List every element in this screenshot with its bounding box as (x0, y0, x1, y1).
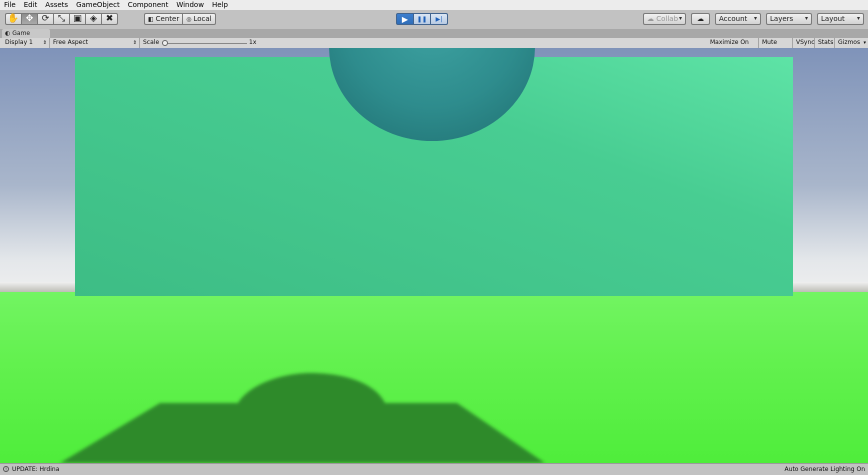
scale-value: 1x (249, 39, 257, 46)
tab-game[interactable]: ◐ Game (2, 29, 50, 38)
tab-game-label: Game (12, 30, 31, 37)
scale-label: Scale (143, 39, 160, 46)
layers-dropdown[interactable]: Layers ▾ (766, 13, 812, 25)
scale-tool-icon[interactable]: ⤡ (53, 13, 70, 25)
gizmos-label: Gizmos (838, 39, 861, 46)
status-bar: ! UPDATE: Hrdina Auto Generate Lighting … (0, 463, 868, 475)
transform-tool-icon[interactable]: ◈ (85, 13, 102, 25)
custom-tool-icon[interactable]: ✖ (101, 13, 118, 25)
playback-controls: ▶ ❚❚ ▶| (396, 13, 448, 25)
menu-bar: File Edit Assets GameObject Component Wi… (0, 0, 868, 10)
aspect-dropdown[interactable]: Free Aspect ⇕ (50, 38, 140, 48)
chevron-down-icon: ▾ (753, 15, 757, 22)
shadow-shape (60, 373, 545, 463)
vsync-toggle[interactable]: VSync (793, 38, 815, 48)
rotate-tool-icon[interactable]: ⟳ (37, 13, 54, 25)
main-toolbar: ✋ ✥ ⟳ ⤡ ▣ ◈ ✖ ◧ Center ◎ Local ▶ ❚❚ ▶| ☁ C… (0, 10, 868, 30)
tab-strip: ◐ Game (0, 29, 868, 38)
collab-label: Collab (656, 15, 679, 23)
cloud-icon: ☁ (697, 15, 704, 23)
updown-arrow-icon: ⇕ (132, 40, 137, 46)
chevron-down-icon: ▾ (856, 15, 860, 22)
mute-audio-toggle[interactable]: Mute Audio (759, 38, 793, 56)
menu-help[interactable]: Help (208, 0, 232, 10)
maximize-on-play-toggle[interactable]: Maximize On Play (707, 38, 759, 56)
status-message[interactable]: UPDATE: Hrdina (12, 464, 59, 475)
display-dropdown[interactable]: Display 1 ⇕ (2, 38, 50, 48)
pivot-toggles: ◧ Center ◎ Local (144, 13, 216, 25)
pause-button[interactable]: ❚❚ (413, 13, 431, 25)
game-view-viewport[interactable] (0, 48, 868, 463)
info-icon: ! (3, 466, 9, 472)
game-controller-icon: ◐ (5, 30, 11, 37)
move-tool-icon[interactable]: ✥ (21, 13, 38, 25)
chevron-down-icon: ▾ (678, 15, 682, 22)
local-label: Local (193, 15, 212, 23)
scale-slider-track[interactable] (167, 43, 247, 44)
play-button[interactable]: ▶ (396, 13, 414, 25)
chevron-down-icon: ▾ (863, 40, 866, 46)
aspect-label: Free Aspect (53, 39, 89, 46)
display-label: Display 1 (5, 39, 33, 46)
layers-label: Layers (770, 15, 794, 23)
collab-icon: ☁ (647, 15, 657, 23)
menu-file[interactable]: File (0, 0, 20, 10)
menu-edit[interactable]: Edit (20, 0, 42, 10)
account-label: Account (719, 15, 748, 23)
stats-toggle[interactable]: Stats (815, 38, 835, 48)
account-dropdown[interactable]: Account ▾ (715, 13, 761, 25)
pivot-local-button[interactable]: ◎ Local (182, 13, 216, 25)
updown-arrow-icon: ⇕ (42, 40, 47, 46)
pivot-icon: ◧ (148, 15, 154, 23)
local-icon: ◎ (186, 15, 192, 23)
scale-slider-thumb[interactable] (162, 40, 168, 46)
rect-tool-icon[interactable]: ▣ (69, 13, 86, 25)
layout-dropdown[interactable]: Layout ▾ (817, 13, 864, 25)
menu-assets[interactable]: Assets (41, 0, 72, 10)
chevron-down-icon: ▾ (804, 15, 808, 22)
step-button[interactable]: ▶| (430, 13, 448, 25)
lighting-status[interactable]: Auto Generate Lighting On (785, 464, 865, 475)
menu-component[interactable]: Component (124, 0, 173, 10)
transform-tools: ✋ ✥ ⟳ ⤡ ▣ ◈ ✖ (5, 13, 118, 25)
menu-window[interactable]: Window (172, 0, 208, 10)
collab-dropdown[interactable]: ☁ Collab ▾ (643, 13, 686, 25)
pivot-center-button[interactable]: ◧ Center (144, 13, 184, 25)
cloud-button[interactable]: ☁ (691, 13, 710, 25)
menu-gameobject[interactable]: GameObject (72, 0, 124, 10)
hand-tool-icon[interactable]: ✋ (5, 13, 22, 25)
pivot-label: Center (155, 15, 180, 23)
gizmos-dropdown[interactable]: Gizmos ▾ (835, 38, 868, 48)
layout-label: Layout (821, 15, 845, 23)
